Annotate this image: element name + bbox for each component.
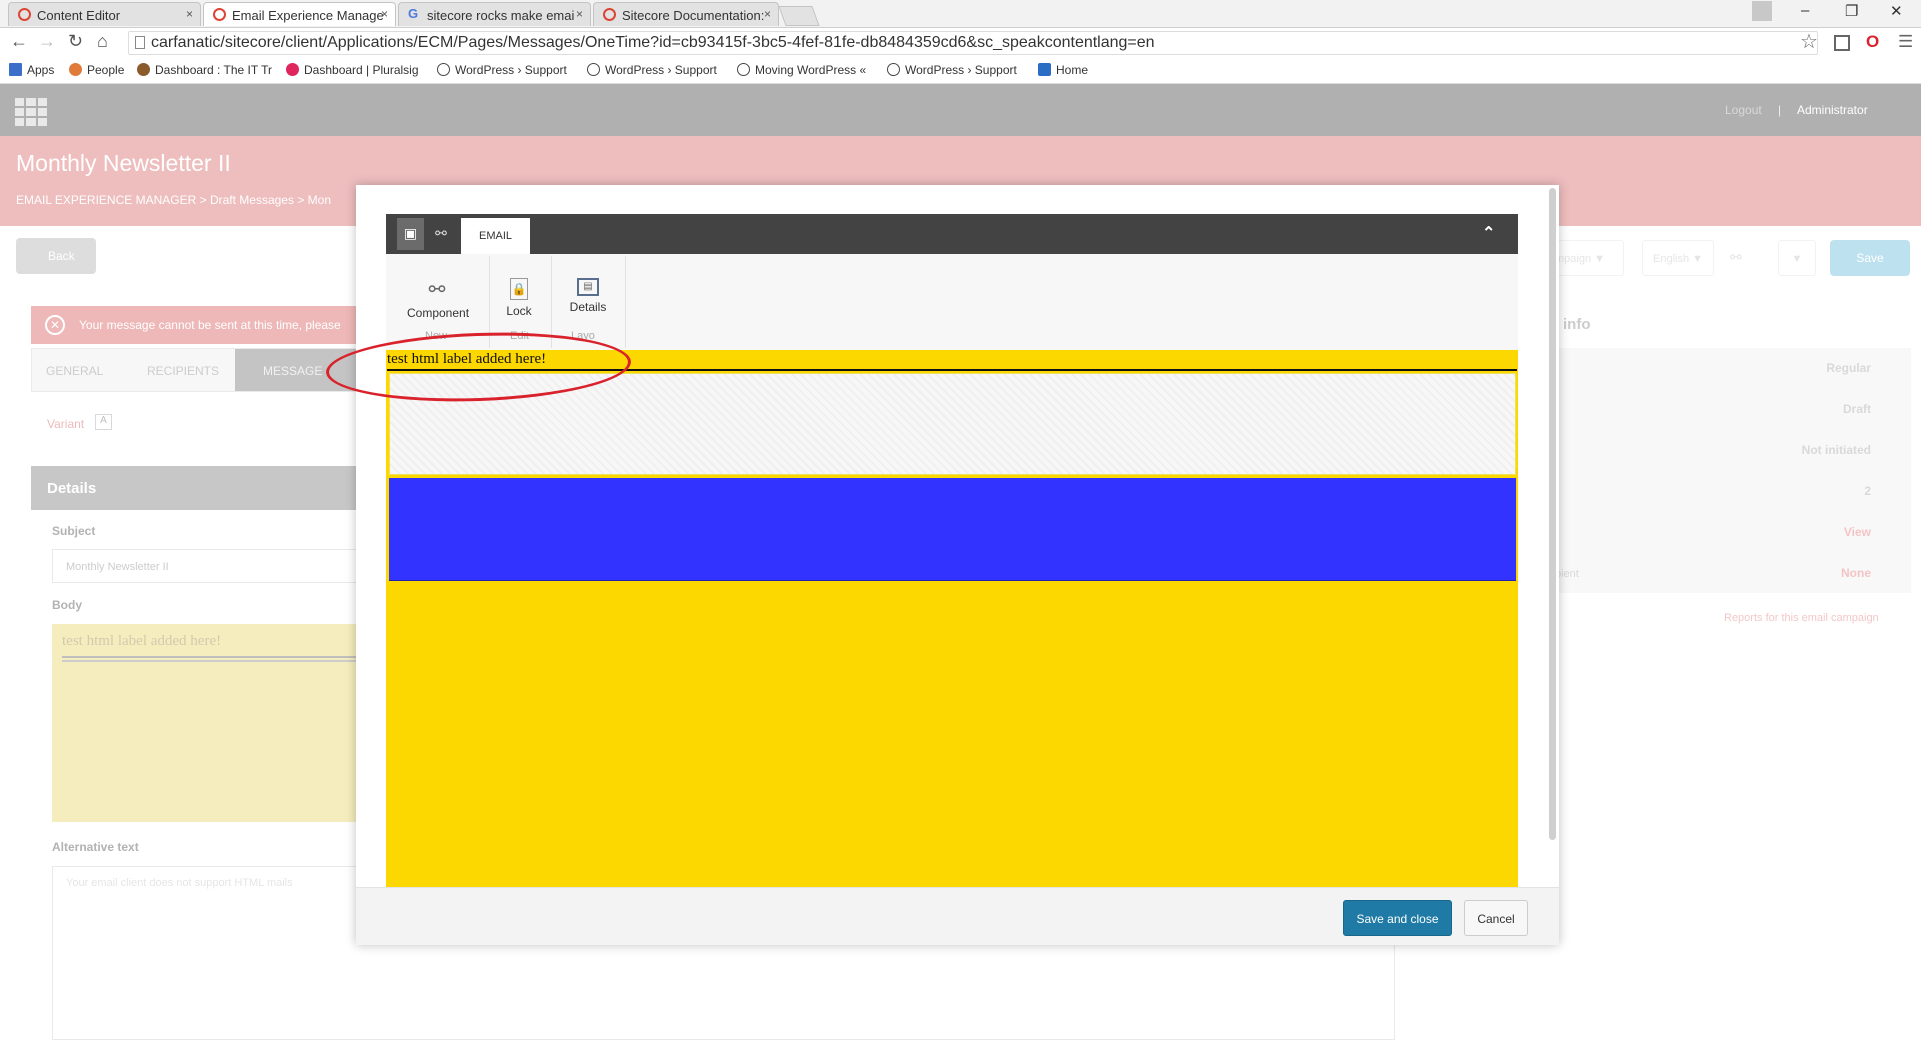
user-name[interactable]: Administrator xyxy=(1797,103,1868,117)
url-input[interactable]: carfanatic/sitecore/client/Applications/… xyxy=(128,31,1818,55)
bookmark-dashboard-it[interactable]: Dashboard : The IT Tr xyxy=(137,63,272,77)
close-window-button[interactable]: ✕ xyxy=(1890,2,1903,20)
tab-label: Sitecore Documentation: xyxy=(622,8,765,23)
opera-favicon-icon xyxy=(213,8,226,21)
browser-tab-sitecore-documentation[interactable]: Sitecore Documentation: × xyxy=(593,2,779,26)
wordpress-icon xyxy=(887,63,900,76)
tab-label: Content Editor xyxy=(37,8,121,23)
home-icon[interactable]: ⌂ xyxy=(97,31,108,52)
browser-tab-strip: Content Editor × Email Experience Manage… xyxy=(0,0,1921,28)
page-icon xyxy=(135,36,145,49)
forward-arrow-icon[interactable]: → xyxy=(38,31,56,52)
opera-icon[interactable]: O xyxy=(1866,32,1879,52)
address-bar-row: ← → ↻ ⌂ carfanatic/sitecore/client/Appli… xyxy=(0,28,1921,58)
back-arrow-icon[interactable]: ← xyxy=(10,31,28,52)
lock-button[interactable]: 🔒 Lock xyxy=(489,278,549,318)
cancel-button[interactable]: Cancel xyxy=(1464,900,1528,936)
monkey-icon xyxy=(137,63,150,76)
bookmark-wordpress-2[interactable]: WordPress › Support xyxy=(587,63,717,77)
tab-label: Email Experience Manage xyxy=(232,8,384,23)
app-launcher-icon[interactable] xyxy=(15,98,47,126)
minimize-button[interactable]: – xyxy=(1801,2,1809,19)
home-c-icon xyxy=(1038,63,1051,76)
bookmark-wordpress-1[interactable]: WordPress › Support xyxy=(437,63,567,77)
bookmark-apps[interactable]: Apps xyxy=(9,63,54,77)
browser-tab-email-experience-manager[interactable]: Email Experience Manage × xyxy=(203,2,396,26)
browser-tab-sitecore-rocks[interactable]: G sitecore rocks make emai × xyxy=(398,2,591,26)
new-tab-button[interactable] xyxy=(778,6,820,26)
details-button[interactable]: ▤ Details xyxy=(558,278,618,314)
tab-close-icon[interactable]: × xyxy=(576,7,583,21)
lock-icon: 🔒 xyxy=(510,278,528,300)
save-disk-icon[interactable]: ▣ xyxy=(397,218,424,250)
tab-label: sitecore rocks make emai xyxy=(427,8,575,23)
tab-close-icon[interactable]: × xyxy=(186,7,193,21)
topbar-separator: | xyxy=(1778,103,1782,117)
profile-icon[interactable] xyxy=(1752,1,1772,21)
dialog-scrollbar-thumb[interactable] xyxy=(1549,188,1556,840)
browser-tab-content-editor[interactable]: Content Editor × xyxy=(8,2,201,26)
wordpress-icon xyxy=(737,63,750,76)
url-text: carfanatic/sitecore/client/Applications/… xyxy=(151,34,1155,51)
bookmark-people[interactable]: People xyxy=(69,63,124,77)
details-icon: ▤ xyxy=(577,278,599,296)
collapse-ribbon-icon[interactable]: ⌃ xyxy=(1482,223,1495,243)
blue-content-row[interactable] xyxy=(389,478,1516,581)
bookmark-wordpress-3[interactable]: WordPress › Support xyxy=(887,63,1017,77)
people-icon xyxy=(69,63,82,76)
menu-icon[interactable]: ☰ xyxy=(1898,32,1913,52)
ribbon-tabstrip xyxy=(386,214,1518,254)
apps-grid-icon xyxy=(9,63,22,76)
bookmarks-bar: Apps People Dashboard : The IT Tr Dashbo… xyxy=(0,58,1921,84)
reload-icon[interactable]: ↻ xyxy=(68,31,83,52)
opera-favicon-icon xyxy=(18,8,31,21)
bookmark-star-icon[interactable]: ☆ xyxy=(1800,29,1818,54)
wordpress-icon xyxy=(437,63,450,76)
opera-favicon-icon xyxy=(603,8,616,21)
bookmark-home[interactable]: Home xyxy=(1038,63,1088,77)
google-favicon-icon: G xyxy=(408,6,419,21)
pluralsight-icon xyxy=(286,63,299,76)
share-nodes-icon[interactable]: ⚯ xyxy=(426,218,456,250)
extension-icon[interactable] xyxy=(1834,35,1850,51)
tab-close-icon[interactable]: × xyxy=(764,7,771,21)
save-and-close-button[interactable]: Save and close xyxy=(1343,900,1452,936)
tab-email[interactable]: EMAIL xyxy=(461,218,530,254)
component-button[interactable]: ⚯ Component xyxy=(407,278,469,320)
app-topbar xyxy=(0,84,1921,136)
bookmark-moving-wordpress[interactable]: Moving WordPress « xyxy=(737,63,866,77)
logout-link[interactable]: Logout xyxy=(1725,103,1762,117)
restore-button[interactable]: ❐ xyxy=(1845,2,1858,20)
tab-close-icon[interactable]: × xyxy=(381,7,388,21)
wordpress-icon xyxy=(587,63,600,76)
bookmark-pluralsight[interactable]: Dashboard | Pluralsig xyxy=(286,63,419,77)
component-icon: ⚯ xyxy=(428,279,446,301)
